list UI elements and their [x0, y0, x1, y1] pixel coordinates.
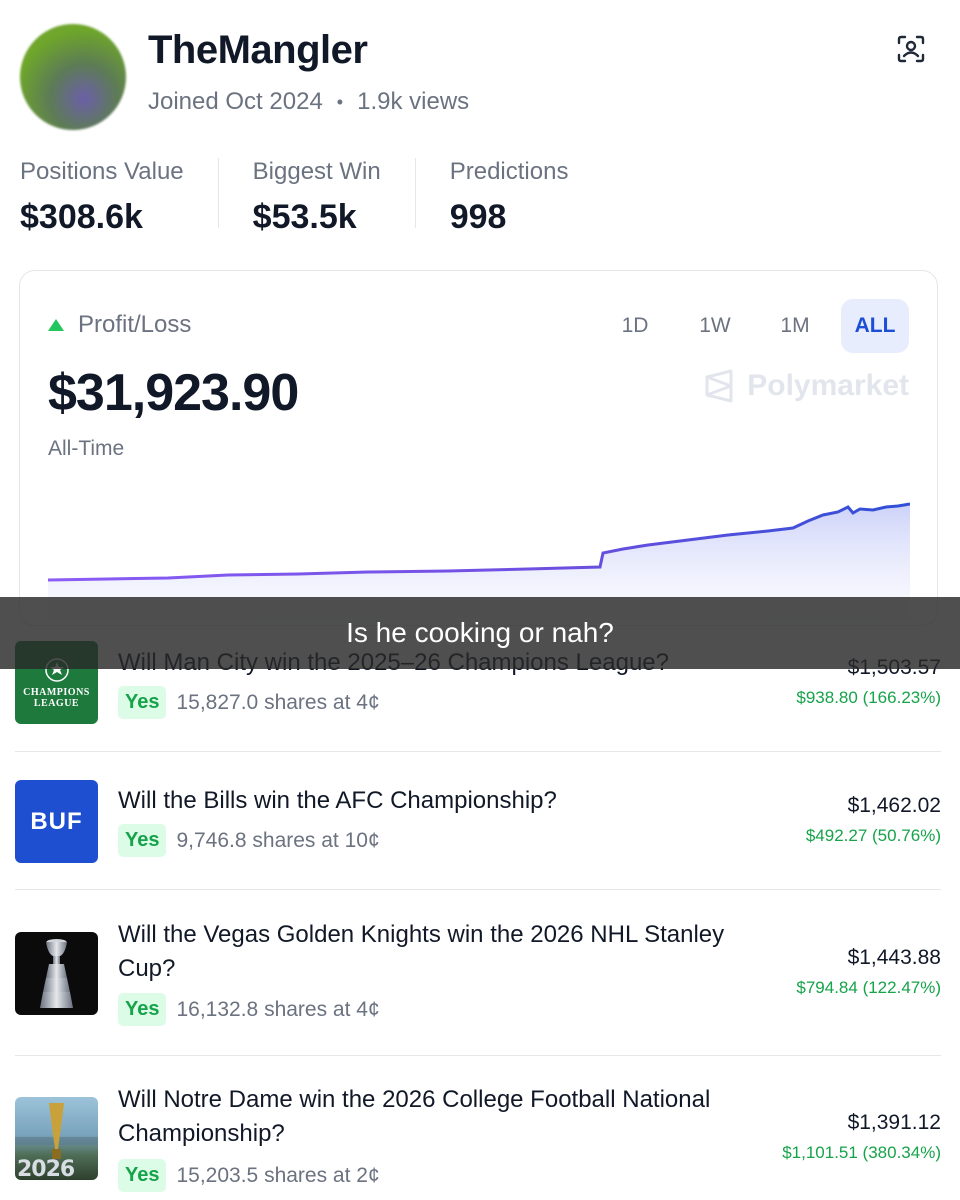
separator-dot: •	[336, 91, 344, 112]
scan-face-icon[interactable]	[896, 34, 926, 64]
college-football-thumbnail: 2026	[15, 1097, 98, 1180]
range-tab-1d[interactable]: 1D	[601, 299, 669, 353]
caption-overlay: Is he cooking or nah?	[0, 597, 960, 669]
position-shares: Yes 15,203.5 shares at 2¢	[118, 1159, 380, 1192]
bills-thumbnail: BUF	[15, 780, 98, 863]
stat-label: Biggest Win	[252, 158, 381, 185]
position-value: $1,443.88	[847, 946, 941, 969]
thumbnail-text: 2026	[17, 1157, 75, 1180]
outcome-badge: Yes	[118, 993, 167, 1026]
polymarket-watermark: Polymarket	[703, 369, 909, 403]
position-row[interactable]: BUF Will the Bills win the AFC Champions…	[15, 780, 941, 870]
profile-header: TheMangler Joined Oct 2024 • 1.9k views	[20, 24, 940, 134]
position-row[interactable]: 2026 Will Notre Dame win the 2026 Colleg…	[15, 1083, 941, 1200]
polymarket-logo-icon	[705, 369, 733, 403]
shares-text: 9,746.8 shares at 10¢	[176, 828, 380, 852]
range-tab-1w[interactable]: 1W	[681, 299, 749, 353]
outcome-badge: Yes	[118, 686, 167, 719]
stat-biggest-win: Biggest Win $53.5k	[252, 158, 416, 236]
avatar[interactable]	[20, 24, 126, 130]
stat-value: 998	[449, 198, 507, 236]
pl-header: Profit/Loss	[48, 311, 191, 339]
triangle-up-icon	[48, 319, 64, 331]
trophy-icon	[40, 939, 73, 1008]
position-row[interactable]: Will the Vegas Golden Knights win the 20…	[15, 918, 941, 1038]
pl-period: All-Time	[48, 437, 125, 460]
position-value: $1,391.12	[847, 1111, 941, 1134]
position-title[interactable]: Will Notre Dame win the 2026 College Foo…	[118, 1083, 738, 1151]
stat-positions-value: Positions Value $308.6k	[20, 158, 219, 236]
joined-date: Joined Oct 2024	[148, 88, 323, 115]
pl-label: Profit/Loss	[78, 311, 192, 338]
stat-value: $53.5k	[252, 198, 357, 236]
shares-text: 16,132.8 shares at 4¢	[176, 997, 380, 1021]
position-shares: Yes 15,827.0 shares at 4¢	[118, 686, 380, 719]
position-pnl: $938.80 (166.23%)	[796, 688, 941, 707]
shares-text: 15,203.5 shares at 2¢	[176, 1163, 380, 1187]
stanley-cup-thumbnail	[15, 932, 98, 1015]
outcome-badge: Yes	[118, 1159, 167, 1192]
shares-text: 15,827.0 shares at 4¢	[176, 690, 380, 714]
stat-value: $308.6k	[20, 198, 143, 236]
position-value: $1,462.02	[847, 794, 941, 817]
position-shares: Yes 16,132.8 shares at 4¢	[118, 993, 380, 1026]
watermark-text: Polymarket	[747, 369, 909, 402]
divider	[15, 1055, 941, 1056]
position-title[interactable]: Will the Bills win the AFC Championship?	[118, 784, 738, 818]
divider	[15, 751, 941, 752]
position-shares: Yes 9,746.8 shares at 10¢	[118, 824, 380, 857]
view-count: 1.9k views	[357, 88, 470, 115]
pl-value: $31,923.90	[48, 364, 299, 422]
stat-predictions: Predictions 998	[449, 158, 603, 236]
position-pnl: $794.84 (122.47%)	[796, 978, 941, 997]
profit-loss-card: Profit/Loss $31,923.90 All-Time 1D 1W 1M…	[19, 270, 938, 626]
stat-label: Predictions	[449, 158, 569, 185]
divider	[15, 889, 941, 890]
range-tab-all[interactable]: ALL	[841, 299, 909, 353]
outcome-badge: Yes	[118, 824, 167, 857]
profile-meta: Joined Oct 2024 • 1.9k views	[148, 88, 469, 116]
range-tab-1m[interactable]: 1M	[761, 299, 829, 353]
username: TheMangler	[148, 28, 368, 72]
position-pnl: $492.27 (50.76%)	[805, 826, 941, 845]
stats-row: Positions Value $308.6k Biggest Win $53.…	[20, 158, 940, 238]
thumbnail-text: CHAMPIONS LEAGUE	[23, 686, 90, 709]
stat-label: Positions Value	[20, 158, 184, 185]
position-title[interactable]: Will the Vegas Golden Knights win the 20…	[118, 918, 738, 986]
position-pnl: $1,101.51 (380.34%)	[782, 1143, 941, 1162]
range-tabs: 1D 1W 1M ALL	[601, 299, 909, 353]
